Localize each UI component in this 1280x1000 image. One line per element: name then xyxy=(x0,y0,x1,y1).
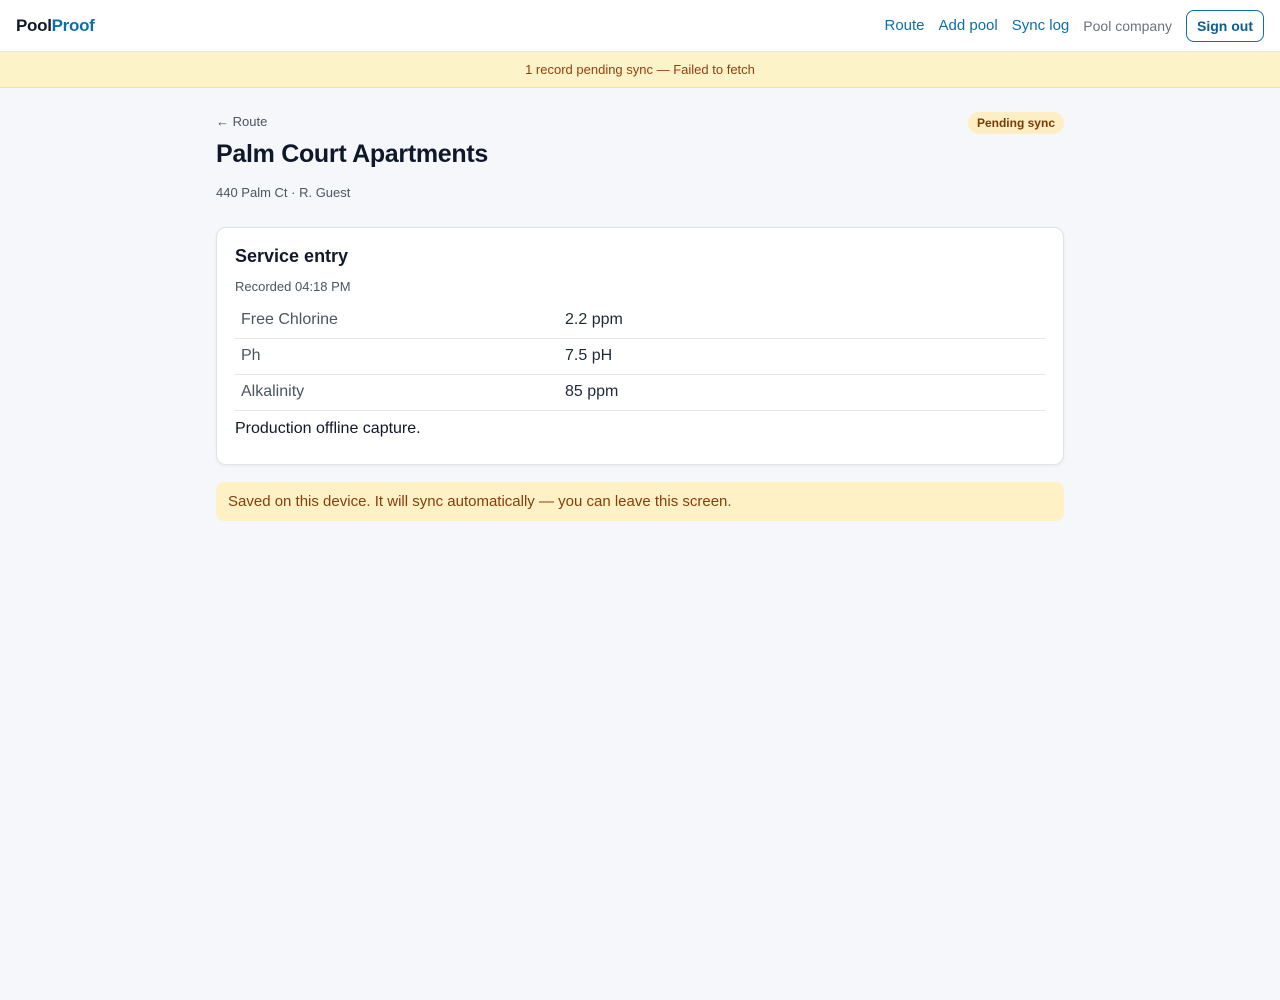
reading-value: 7.5 pH xyxy=(559,338,1045,375)
table-row: Ph 7.5 pH xyxy=(235,338,1045,375)
reading-label: Ph xyxy=(235,338,559,375)
service-entry-card: Service entry Recorded 04:18 PM Free Chl… xyxy=(216,227,1064,465)
saved-offline-alert: Saved on this device. It will sync autom… xyxy=(216,481,1064,521)
brand-name-part1: Pool xyxy=(16,15,52,35)
sync-status-banner: 1 record pending sync — Failed to fetch xyxy=(0,52,1280,88)
reading-label: Free Chlorine xyxy=(235,302,559,339)
reading-value: 2.2 ppm xyxy=(559,302,1045,339)
page-title: Palm Court Apartments xyxy=(216,140,488,168)
page-header: ← Route Pending sync xyxy=(216,112,1064,134)
nav-link-add-pool[interactable]: Add pool xyxy=(939,17,998,34)
entry-note: Production offline capture. xyxy=(235,419,421,437)
table-row: Alkalinity 85 ppm xyxy=(235,374,1045,411)
brand-name-part2: Proof xyxy=(51,15,95,35)
nav-link-sync-log[interactable]: Sync log xyxy=(1012,17,1070,34)
status-badge: Pending sync xyxy=(967,112,1064,134)
top-bar: PoolProof Route Add pool Sync log Pool c… xyxy=(0,0,1280,52)
pool-address-subtitle: 440 Palm Ct · R. Guest xyxy=(216,185,351,200)
readings-table: Free Chlorine 2.2 ppm Ph 7.5 pH Alkalini… xyxy=(235,302,1045,411)
company-name: Pool company xyxy=(1083,17,1172,34)
service-entry-title: Service entry xyxy=(235,246,349,266)
table-row: Free Chlorine 2.2 ppm xyxy=(235,302,1045,339)
reading-value: 85 ppm xyxy=(559,374,1045,411)
brand-logo[interactable]: PoolProof xyxy=(16,16,95,36)
back-to-route-link[interactable]: ← Route xyxy=(216,114,267,129)
main-content: ← Route Pending sync Palm Court Apartmen… xyxy=(216,88,1064,521)
main-nav: Route Add pool Sync log Pool company Sig… xyxy=(870,9,1264,42)
nav-link-route[interactable]: Route xyxy=(884,17,924,34)
reading-label: Alkalinity xyxy=(235,374,559,411)
sign-out-button[interactable]: Sign out xyxy=(1186,9,1264,42)
recorded-time: Recorded 04:18 PM xyxy=(235,279,351,294)
